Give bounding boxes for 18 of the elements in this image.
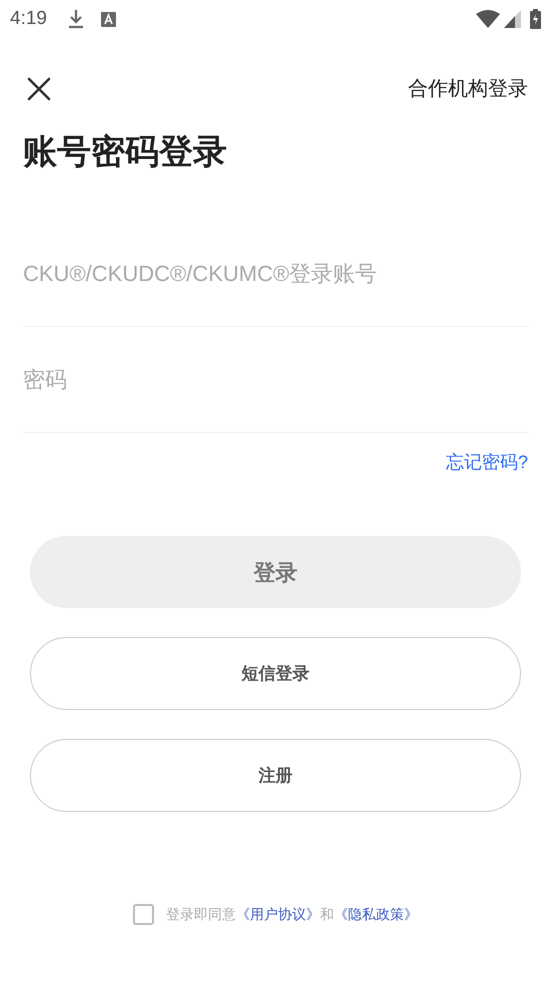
user-agreement-link[interactable]: 《用户协议》 <box>236 906 320 922</box>
download-icon <box>66 9 85 29</box>
signal-icon <box>504 10 521 28</box>
outline-button[interactable]: 注册 <box>30 739 521 812</box>
close-icon[interactable] <box>27 77 51 101</box>
privacy-policy-link[interactable]: 《隐私政策》 <box>334 906 418 922</box>
wifi-icon <box>476 10 500 28</box>
page-title: 账号密码登录 <box>23 132 228 173</box>
partner-login-link[interactable]: 合作机构登录 <box>408 74 528 104</box>
keyboard-a-icon <box>100 12 116 26</box>
agreement-text: 登录即同意《用户协议》和《隐私政策》 <box>166 905 418 924</box>
outline-button[interactable]: 短信登录 <box>30 637 521 710</box>
agreement-checkbox[interactable] <box>133 904 154 925</box>
input-field[interactable]: CKU®/CKUDC®/CKUMC®登录账号 <box>23 221 528 327</box>
battery-icon <box>530 9 541 29</box>
status-time: 4:19 <box>10 6 47 31</box>
forgot-password-link[interactable]: 忘记密码? <box>446 449 528 476</box>
input-field[interactable]: 密码 <box>23 327 528 433</box>
